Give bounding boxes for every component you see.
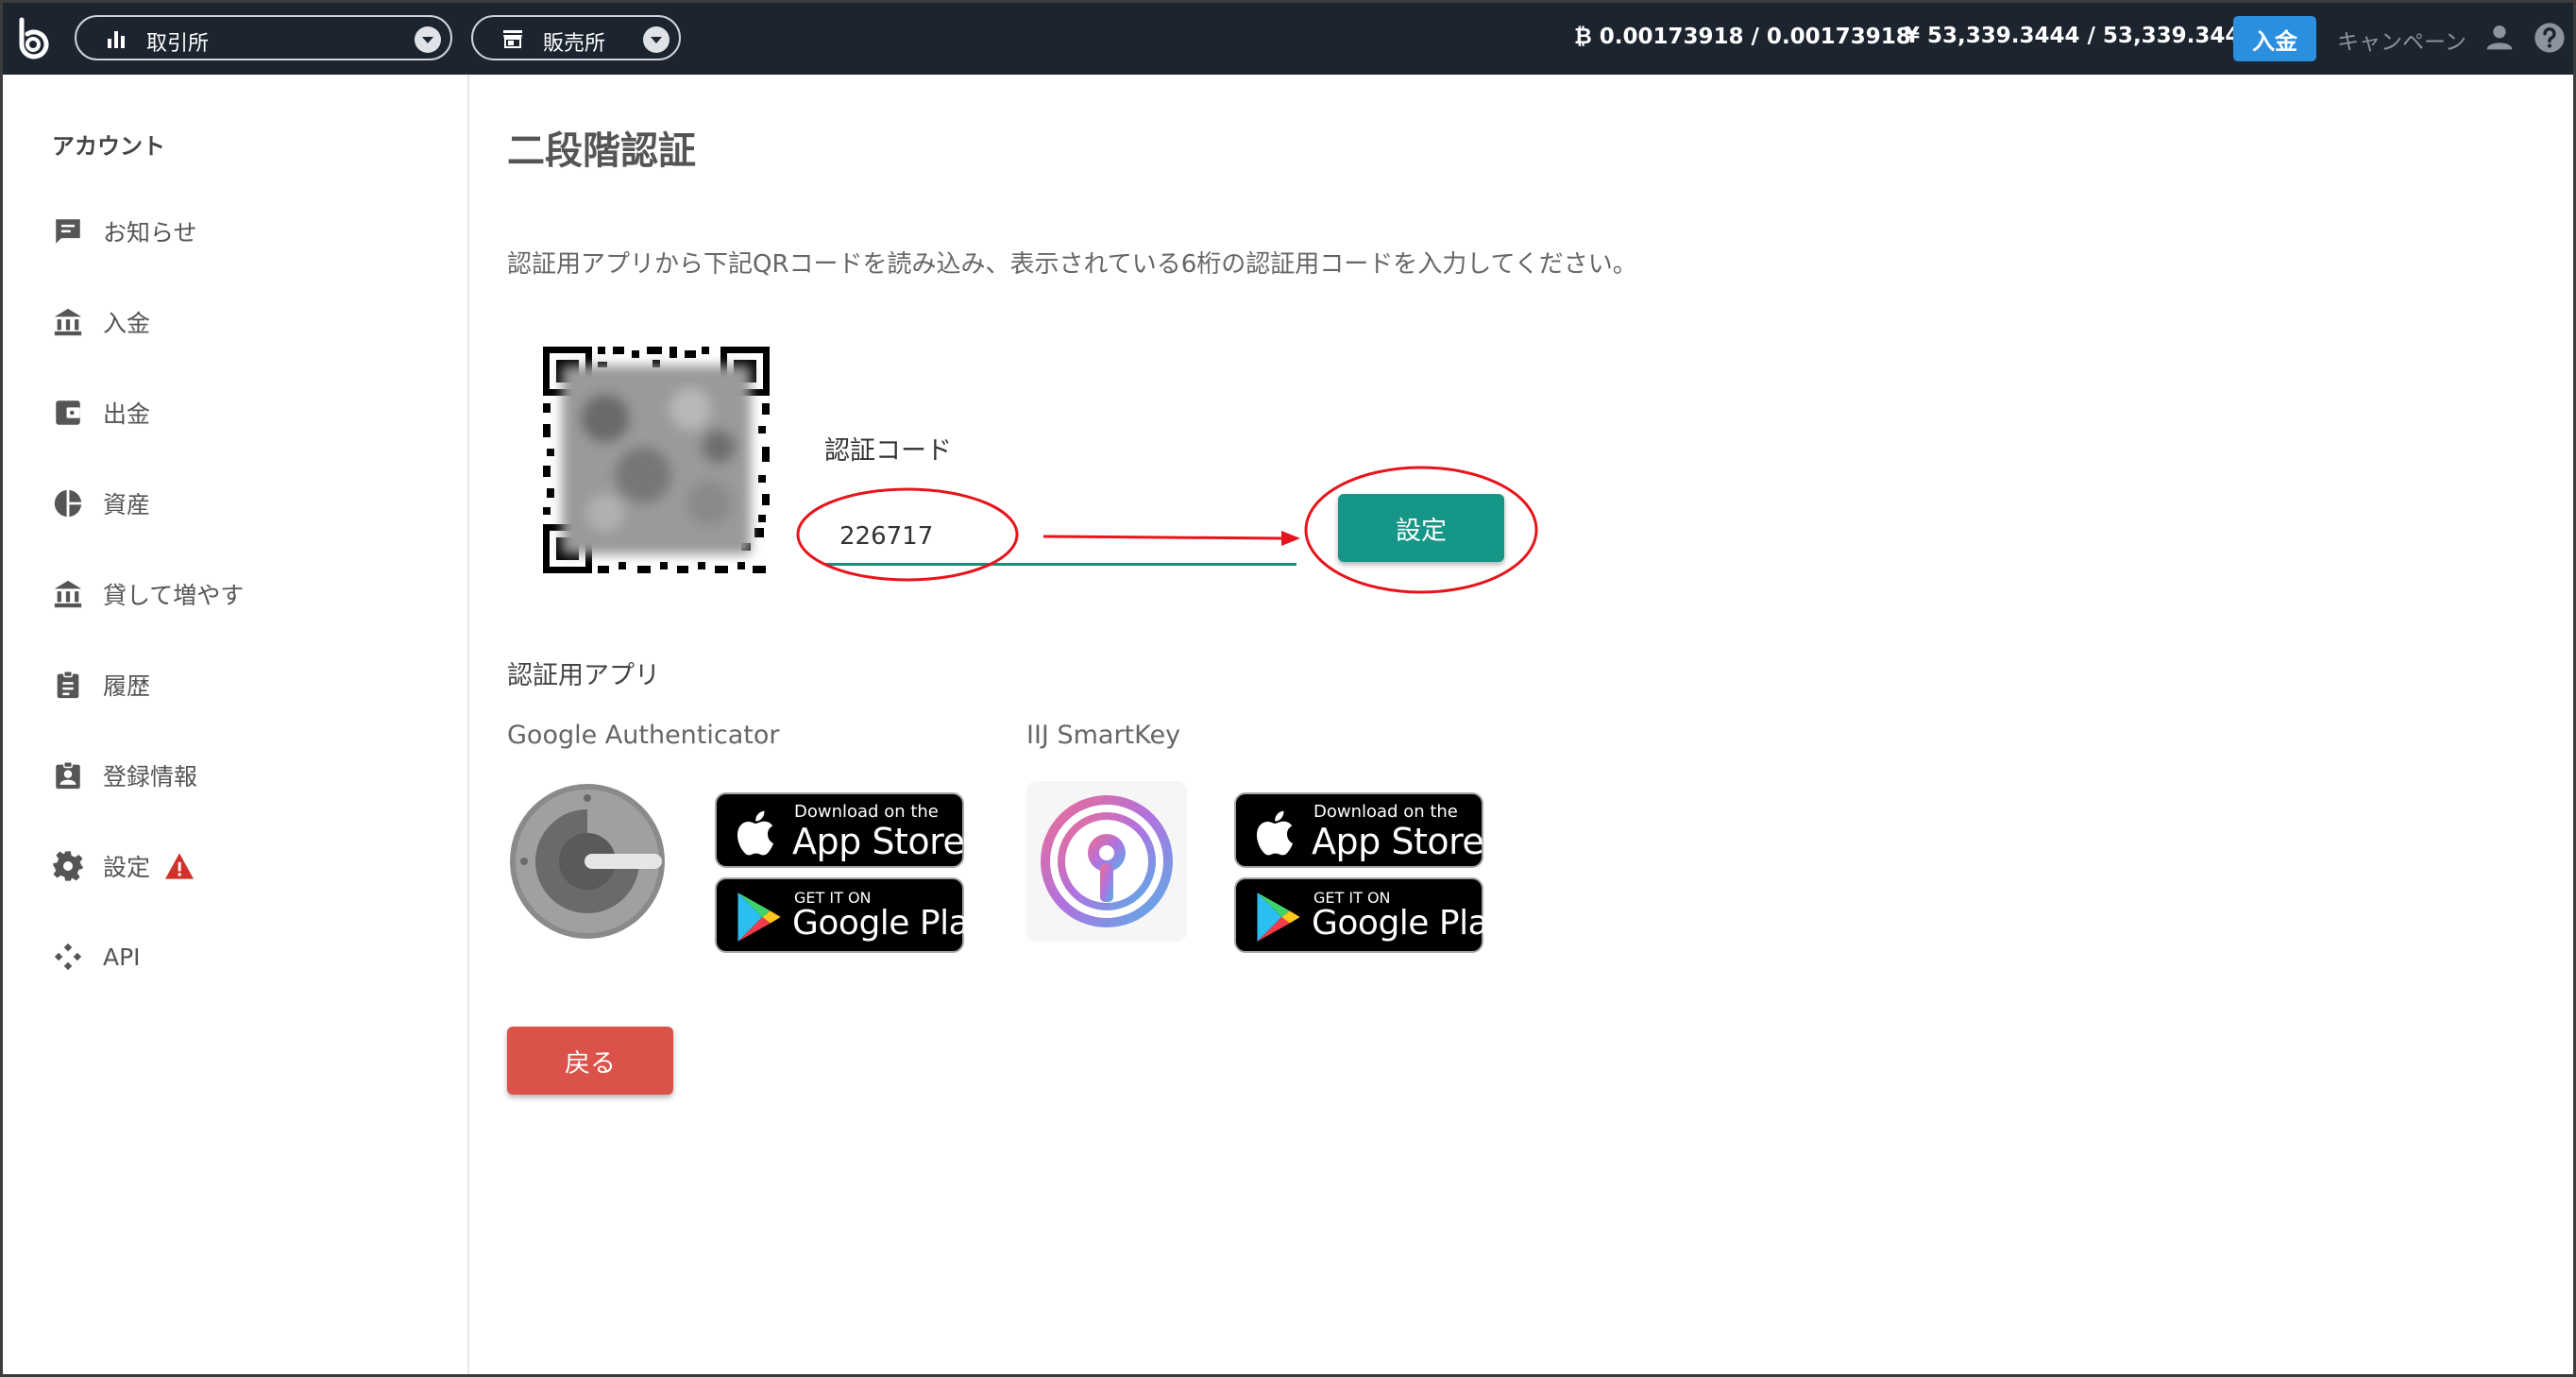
shop-select-label: 販売所 <box>543 32 606 56</box>
wallet-icon <box>56 400 80 425</box>
sidebar-item-label: 設定 <box>103 854 151 881</box>
sidebar-item-assets[interactable]: 資産 <box>52 483 150 524</box>
sidebar-title: アカウント <box>52 133 165 160</box>
sidebar-item-label: 資産 <box>103 491 151 518</box>
shop-select[interactable]: 販売所 <box>471 15 681 60</box>
jpy-balance: ¥ 53,339.3444 / 53,339.3444 <box>1905 24 2256 48</box>
badge-big-text: Google Play <box>1312 904 1508 943</box>
app-name-google-authenticator: Google Authenticator <box>507 721 780 750</box>
back-button[interactable]: 戻る <box>507 1027 673 1095</box>
google-play-icon <box>737 892 781 942</box>
chevron-down-icon <box>643 26 669 53</box>
qr-code <box>539 343 773 577</box>
sidebar-item-lending[interactable]: 貸して増やす <box>52 573 244 615</box>
sidebar-item-profile[interactable]: 登録情報 <box>52 755 197 796</box>
sidebar-item-settings[interactable]: 設定 <box>52 845 195 887</box>
sidebar-item-api[interactable]: API <box>52 936 141 978</box>
badge-big-text: Google Play <box>792 904 989 943</box>
sidebar-item-label: 登録情報 <box>103 763 198 790</box>
warning-icon <box>165 853 195 879</box>
bar-chart-icon <box>108 31 125 48</box>
bitbank-logo[interactable] <box>14 16 52 60</box>
top-bar: 取引所 販売所 ₿ 0.00173918 / 0.00173918 ¥ 53,3… <box>3 3 2573 75</box>
sidebar-item-label: お知らせ <box>103 219 197 246</box>
sidebar-item-label: API <box>103 943 141 971</box>
help-icon[interactable] <box>2534 22 2566 54</box>
app-store-badge-google-authenticator[interactable]: Download on the App Store <box>715 792 965 868</box>
bank-icon <box>54 580 82 608</box>
badge-big-text: App Store <box>792 821 965 862</box>
page-title: 二段階認証 <box>507 129 696 173</box>
clipboard-icon <box>57 671 79 699</box>
sidebar: アカウント お知らせ 入金 出金 資産 貸して増やす 履歴 登録情報 設定 AP… <box>3 75 469 1374</box>
badge-icon <box>56 761 80 790</box>
sidebar-item-withdraw[interactable]: 出金 <box>52 392 150 434</box>
set-button[interactable]: 設定 <box>1338 494 1504 562</box>
deposit-button[interactable]: 入金 <box>2233 16 2316 61</box>
app-name-iij-smartkey: IIJ SmartKey <box>1026 721 1181 750</box>
verification-code-input[interactable] <box>824 509 1296 566</box>
sidebar-item-label: 入金 <box>103 310 151 337</box>
badge-big-text: App Store <box>1312 821 1484 862</box>
code-label: 認証コード <box>824 436 952 466</box>
user-icon[interactable] <box>2484 22 2515 52</box>
main-content: 二段階認証 認証用アプリから下記QRコードを読み込み、表示されている6桁の認証用… <box>471 75 2573 1374</box>
sidebar-item-label: 貸して増やす <box>103 582 245 609</box>
google-play-badge-google-authenticator[interactable]: GET IT ON Google Play <box>715 877 989 953</box>
google-play-icon <box>1257 892 1300 942</box>
badge-small-text: Download on the <box>1313 802 1458 822</box>
message-icon <box>56 219 80 244</box>
exchange-select-label: 取引所 <box>146 32 210 56</box>
exchange-select[interactable]: 取引所 <box>75 15 452 60</box>
pie-chart-icon <box>54 489 82 518</box>
apps-heading: 認証用アプリ <box>507 661 660 690</box>
app-store-badge-iij-smartkey[interactable]: Download on the App Store <box>1234 792 1484 868</box>
sidebar-item-notices[interactable]: お知らせ <box>52 211 197 252</box>
gear-icon <box>53 851 83 881</box>
instruction-text: 認証用アプリから下記QRコードを読み込み、表示されている6桁の認証用コードを入力… <box>507 250 1637 279</box>
sidebar-item-label: 出金 <box>103 400 151 428</box>
store-icon <box>503 30 522 48</box>
sidebar-item-label: 履歴 <box>103 672 151 700</box>
apple-icon <box>737 810 773 856</box>
btc-balance: ₿ 0.00173918 / 0.00173918 <box>1574 25 1911 49</box>
sidebar-item-history[interactable]: 履歴 <box>52 664 150 706</box>
chevron-down-icon <box>415 26 441 53</box>
google-authenticator-icon <box>510 784 665 939</box>
bank-icon <box>54 308 82 336</box>
campaign-link[interactable]: キャンペーン <box>2337 24 2466 56</box>
sidebar-item-deposit[interactable]: 入金 <box>52 301 150 343</box>
api-icon <box>54 943 82 971</box>
badge-small-text: Download on the <box>794 802 939 822</box>
google-play-badge-iij-smartkey[interactable]: GET IT ON Google Play <box>1234 877 1508 953</box>
apple-icon <box>1256 810 1293 856</box>
iij-smartkey-icon <box>1026 781 1187 942</box>
